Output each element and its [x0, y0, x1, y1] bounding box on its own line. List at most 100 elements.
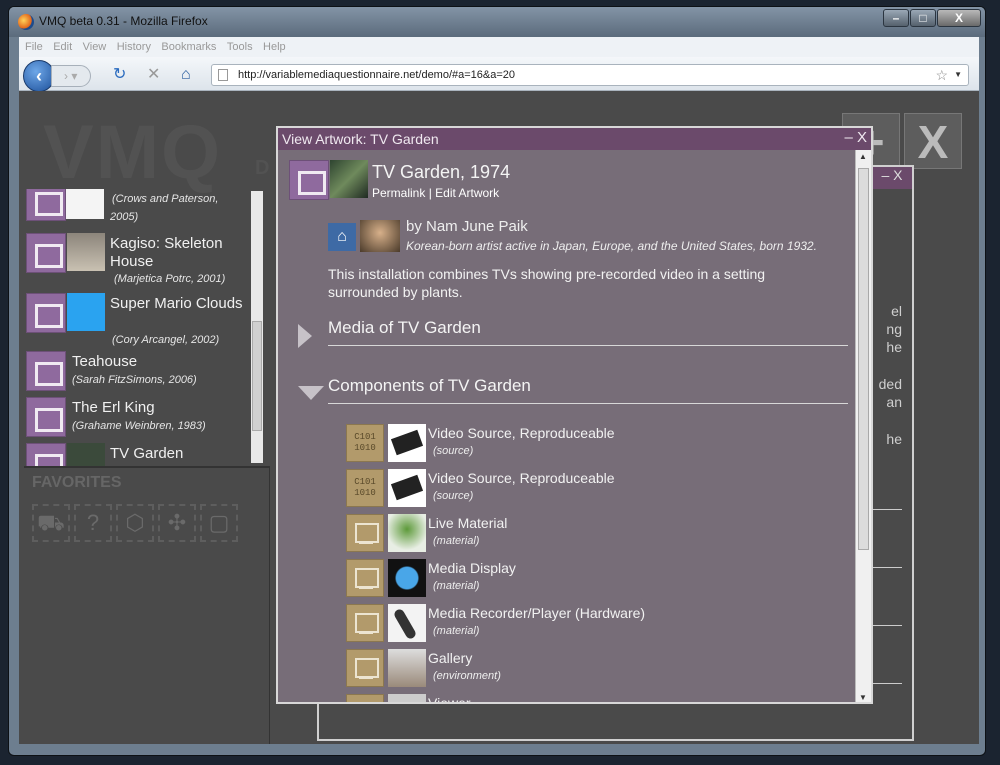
- list-item-subtitle: (Cory Arcangel, 2002): [112, 334, 220, 346]
- artwork-list: (Crows and Paterson, 2005) Kagiso: Skele…: [24, 189, 270, 468]
- favorites-title: FAVORITES: [32, 474, 122, 491]
- menu-tools[interactable]: Tools: [227, 38, 253, 56]
- crt-display-image: [388, 559, 426, 597]
- artwork-description: This installation combines TVs showing p…: [328, 266, 766, 300]
- reload-icon[interactable]: ↻: [113, 67, 126, 83]
- binary-source-icon: C101 1010: [346, 469, 384, 507]
- edit-artwork-link[interactable]: Edit Artwork: [435, 186, 499, 200]
- component-item[interactable]: Viewer: [346, 694, 706, 704]
- list-item-subtitle: (Grahame Weinbren, 1983): [72, 420, 206, 432]
- view-artwork-dialog: View Artwork: TV Garden – X TV Garden, 1…: [276, 126, 873, 704]
- component-name: Live Material: [428, 515, 508, 531]
- component-item[interactable]: Live Material (material): [346, 514, 706, 556]
- component-type: (material): [433, 535, 480, 547]
- url-text: http://variablemediaquestionnaire.net/de…: [238, 69, 516, 81]
- favorite-slot-environment-icon[interactable]: ⛟: [32, 504, 70, 542]
- favorite-slot-puzzle-icon[interactable]: ✣: [158, 504, 196, 542]
- component-item[interactable]: C101 1010 Video Source, Reproduceable (s…: [346, 424, 706, 466]
- ghost-line: [868, 567, 902, 568]
- menu-edit[interactable]: Edit: [53, 38, 72, 56]
- list-item-title: Teahouse: [72, 353, 138, 370]
- component-item[interactable]: Media Display (material): [346, 559, 706, 601]
- favorite-slot-frame-icon[interactable]: ▢: [200, 504, 238, 542]
- artwork-list-scrollbar[interactable]: [251, 191, 263, 463]
- menu-history[interactable]: History: [117, 38, 151, 56]
- scroll-down-icon[interactable]: ▼: [859, 693, 867, 702]
- list-item[interactable]: Kagiso: Skeleton House (Marjetica Potrc,…: [24, 233, 254, 285]
- component-item[interactable]: Media Recorder/Player (Hardware) (materi…: [346, 604, 706, 646]
- ghost-line: [868, 683, 902, 684]
- favorites-panel: FAVORITES ⛟ ? ⬡ ✣ ▢: [24, 466, 270, 744]
- scroll-up-icon[interactable]: ▲: [859, 152, 867, 161]
- component-name: Video Source, Reproduceable: [428, 470, 615, 486]
- component-item[interactable]: C101 1010 Video Source, Reproduceable (s…: [346, 469, 706, 511]
- component-name: Gallery: [428, 650, 473, 666]
- section-divider: [328, 403, 848, 404]
- stop-icon[interactable]: ✕: [147, 67, 160, 83]
- component-type: (source): [433, 490, 474, 502]
- list-item-subtitle: (Crows and Paterson,: [112, 193, 219, 205]
- ghost-text: ng: [886, 321, 902, 337]
- bookmark-star-icon[interactable]: ☆: [935, 65, 948, 85]
- permalink-link[interactable]: Permalink: [372, 186, 425, 200]
- viewer-image: [388, 694, 426, 702]
- collapse-components-icon[interactable]: [298, 386, 324, 400]
- close-all-button[interactable]: X: [904, 113, 962, 169]
- material-terminal-icon: [346, 514, 384, 552]
- microphone-image: [388, 604, 426, 642]
- ghost-text: ded: [878, 376, 902, 392]
- list-item[interactable]: TV Garden: [24, 443, 254, 468]
- expand-media-icon[interactable]: [298, 324, 312, 348]
- close-window-button[interactable]: X: [937, 9, 981, 27]
- artwork-thumbnail: [67, 293, 105, 331]
- gallery-image: [388, 649, 426, 687]
- favorite-slot-question-icon[interactable]: ?: [74, 504, 112, 542]
- address-bar[interactable]: http://variablemediaquestionnaire.net/de…: [211, 64, 969, 86]
- list-item[interactable]: The Erl King (Grahame Weinbren, 1983): [24, 397, 254, 443]
- list-item[interactable]: (Crows and Paterson, 2005): [24, 189, 254, 227]
- components-section-title[interactable]: Components of TV Garden: [328, 376, 531, 396]
- component-name: Viewer: [428, 695, 471, 704]
- background-dialog-close[interactable]: – X: [872, 167, 912, 189]
- artwork-frame-icon: [26, 397, 66, 437]
- component-type: (source): [433, 445, 474, 457]
- menu-help[interactable]: Help: [263, 38, 286, 56]
- artwork-frame-icon: [26, 351, 66, 391]
- window-title: VMQ beta 0.31 - Mozilla Firefox: [39, 14, 208, 28]
- artist-portrait: [360, 220, 400, 252]
- artist-bio: Korean-born artist active in Japan, Euro…: [406, 239, 817, 253]
- scroll-thumb[interactable]: [858, 168, 869, 550]
- menu-file[interactable]: File: [25, 38, 43, 56]
- component-item[interactable]: Gallery (environment): [346, 649, 706, 691]
- media-section-title[interactable]: Media of TV Garden: [328, 318, 481, 338]
- forward-button[interactable]: › ▾: [51, 65, 91, 87]
- binary-source-icon: C101 1010: [346, 424, 384, 462]
- list-item[interactable]: Teahouse (Sarah FitzSimons, 2006): [24, 351, 254, 397]
- favorite-slot-box-icon[interactable]: ⬡: [116, 504, 154, 542]
- url-dropdown-icon[interactable]: ▼: [954, 65, 962, 85]
- minimize-button[interactable]: –: [883, 9, 909, 27]
- artwork-thumbnail: [67, 233, 105, 271]
- artwork-thumbnail: [330, 160, 368, 198]
- artwork-frame-icon: [26, 443, 66, 468]
- dialog-title: View Artwork: TV Garden: [282, 131, 439, 147]
- artwork-thumbnail: [66, 189, 104, 219]
- list-item[interactable]: Super Mario Clouds (Cory Arcangel, 2002): [24, 293, 254, 346]
- page-icon: [218, 69, 228, 81]
- link-separator: |: [425, 186, 436, 200]
- component-type: (material): [433, 580, 480, 592]
- plant-image: [388, 514, 426, 552]
- artist-name: by Nam June Paik: [406, 218, 528, 235]
- vmq-logo-subtitle: D: [255, 157, 270, 179]
- vhs-tape-icon: [388, 469, 426, 507]
- dialog-close-button[interactable]: – X: [844, 129, 867, 146]
- home-icon[interactable]: ⌂: [181, 67, 191, 83]
- dialog-scrollbar[interactable]: ▲ ▼: [855, 150, 871, 702]
- maximize-button[interactable]: □: [910, 9, 936, 27]
- navigation-toolbar: ‹ › ▾ ↻ ✕ ⌂ http://variablemediaquestion…: [19, 57, 979, 92]
- menu-view[interactable]: View: [83, 38, 107, 56]
- component-name: Video Source, Reproduceable: [428, 425, 615, 441]
- dialog-header: View Artwork: TV Garden – X: [278, 128, 871, 150]
- menu-bookmarks[interactable]: Bookmarks: [161, 38, 216, 56]
- page-content: VMQ D + X (Crows and Paterson, 2005) Kag…: [19, 91, 979, 744]
